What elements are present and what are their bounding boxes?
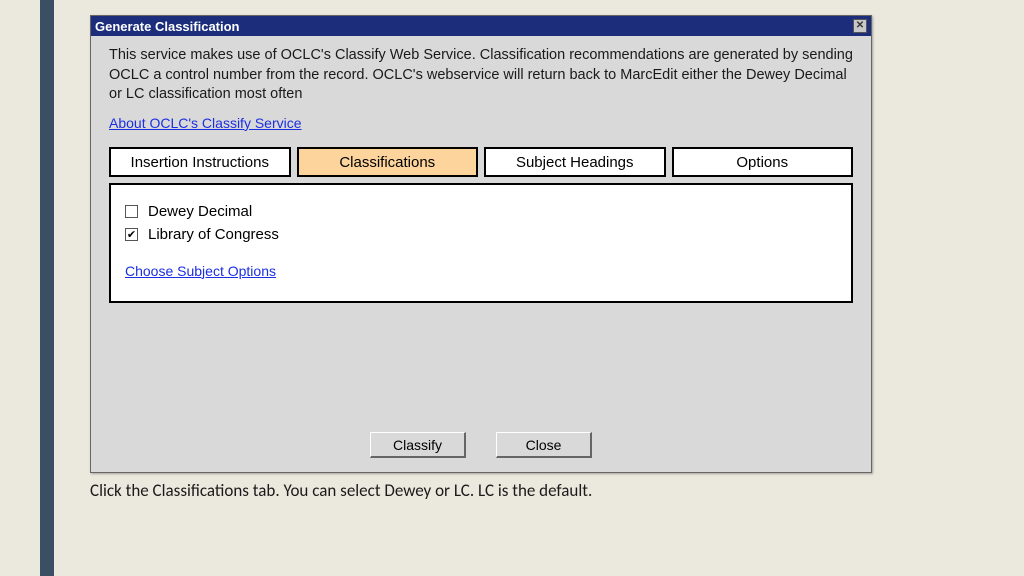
- dialog-description: This service makes use of OCLC's Classif…: [91, 36, 871, 111]
- titlebar: Generate Classification ✕: [91, 16, 871, 36]
- dewey-label: Dewey Decimal: [148, 203, 252, 220]
- tab-insertion-instructions[interactable]: Insertion Instructions: [109, 147, 291, 177]
- slide-side-stripe: [40, 0, 54, 576]
- about-oclc-link[interactable]: About OCLC's Classify Service: [109, 115, 302, 131]
- tab-classifications[interactable]: Classifications: [297, 147, 479, 177]
- close-button[interactable]: Close: [496, 432, 592, 458]
- button-row: Classify Close: [91, 432, 871, 458]
- close-icon[interactable]: ✕: [853, 19, 867, 33]
- lc-label: Library of Congress: [148, 226, 279, 243]
- classifications-panel: Dewey Decimal ✔ Library of Congress Choo…: [109, 183, 853, 303]
- lc-checkbox[interactable]: ✔: [125, 228, 138, 241]
- dialog-title: Generate Classification: [95, 19, 853, 34]
- dewey-checkbox[interactable]: [125, 205, 138, 218]
- dewey-row: Dewey Decimal: [125, 203, 837, 220]
- slide-caption: Click the Classifications tab. You can s…: [90, 480, 592, 501]
- tab-bar: Insertion Instructions Classifications S…: [109, 147, 853, 177]
- choose-subject-options-link[interactable]: Choose Subject Options: [125, 263, 276, 279]
- tab-subject-headings[interactable]: Subject Headings: [484, 147, 666, 177]
- lc-row: ✔ Library of Congress: [125, 226, 837, 243]
- generate-classification-dialog: Generate Classification ✕ This service m…: [90, 15, 872, 473]
- tab-options[interactable]: Options: [672, 147, 854, 177]
- classify-button[interactable]: Classify: [370, 432, 466, 458]
